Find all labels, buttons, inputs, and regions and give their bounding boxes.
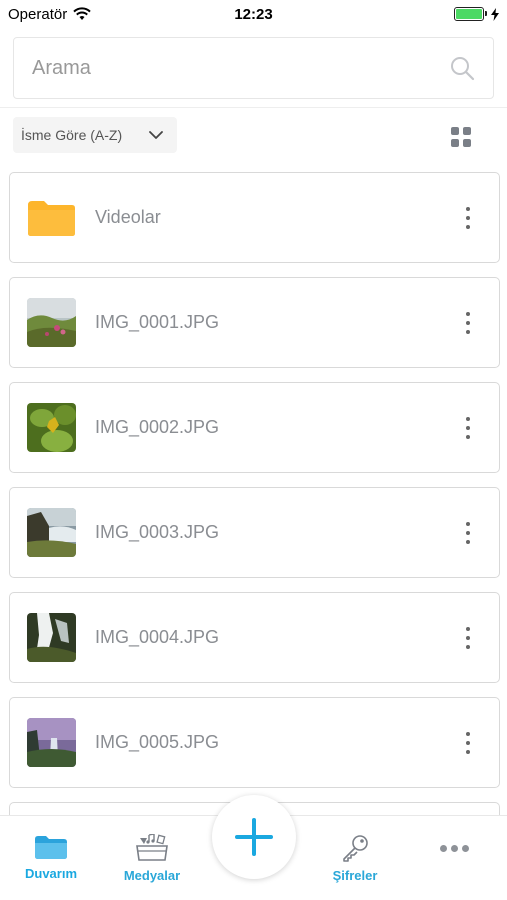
image-thumbnail <box>27 718 76 767</box>
status-left: Operatör <box>8 6 91 23</box>
status-right <box>454 7 499 21</box>
file-item-image[interactable]: IMG_0002.JPG <box>9 382 500 473</box>
more-options-icon[interactable] <box>453 408 483 448</box>
plus-icon <box>235 818 273 856</box>
image-thumbnail <box>27 613 76 662</box>
chevron-down-icon <box>149 130 163 139</box>
image-thumbnail <box>27 298 76 347</box>
more-options-icon[interactable] <box>453 513 483 553</box>
carrier-label: Operatör <box>8 5 68 23</box>
tab-label: Medyalar <box>123 868 181 883</box>
more-options-icon[interactable] <box>453 198 483 238</box>
tab-label: Duvarım <box>24 866 78 881</box>
file-item-folder[interactable]: Videolar <box>9 172 500 263</box>
header-divider <box>0 107 507 108</box>
search-input[interactable] <box>32 56 432 80</box>
search-bar[interactable] <box>13 37 494 99</box>
image-thumbnail <box>27 508 76 557</box>
file-name: IMG_0004.JPG <box>95 627 220 647</box>
more-horizontal-icon[interactable] <box>440 845 469 852</box>
file-item-image[interactable]: IMG_0005.JPG <box>9 697 500 788</box>
search-icon[interactable] <box>449 55 475 81</box>
more-options-icon[interactable] <box>453 618 483 658</box>
status-bar: Operatör 12:23 <box>0 0 507 28</box>
tab-passwords[interactable]: Şifreler <box>310 834 400 883</box>
wifi-icon <box>73 7 91 20</box>
key-icon <box>343 835 368 862</box>
image-thumbnail <box>27 403 76 452</box>
file-name: Videolar <box>95 207 161 227</box>
file-name: IMG_0005.JPG <box>95 732 220 752</box>
grid-cell <box>463 139 471 147</box>
sort-select[interactable]: İsme Göre (A-Z) <box>13 117 177 153</box>
grid-cell <box>463 127 471 135</box>
file-name: IMG_0003.JPG <box>95 522 220 542</box>
grid-view-icon[interactable] <box>451 127 473 149</box>
battery-icon <box>454 7 487 21</box>
more-options-icon[interactable] <box>453 723 483 763</box>
battery-level <box>456 9 482 19</box>
tab-media[interactable]: Medyalar <box>107 834 197 883</box>
sort-label: İsme Göre (A-Z) <box>21 127 123 143</box>
file-name: IMG_0002.JPG <box>95 417 220 437</box>
more-options-icon[interactable] <box>453 303 483 343</box>
grid-cell <box>451 127 459 135</box>
tab-wall[interactable]: Duvarım <box>6 834 96 881</box>
file-item-image[interactable]: IMG_0003.JPG <box>9 487 500 578</box>
file-list: Videolar IMG_0001.JPG IMG_0002.JPG IMG_0… <box>9 172 500 836</box>
add-button[interactable] <box>212 795 296 879</box>
grid-cell <box>451 139 459 147</box>
folder-icon <box>28 201 75 236</box>
charging-icon <box>491 7 499 21</box>
folder-icon <box>35 836 67 859</box>
file-item-image[interactable]: IMG_0001.JPG <box>9 277 500 368</box>
media-icon <box>136 834 168 861</box>
file-item-image[interactable]: IMG_0004.JPG <box>9 592 500 683</box>
file-name: IMG_0001.JPG <box>95 312 220 332</box>
tab-label: Şifreler <box>332 868 378 883</box>
